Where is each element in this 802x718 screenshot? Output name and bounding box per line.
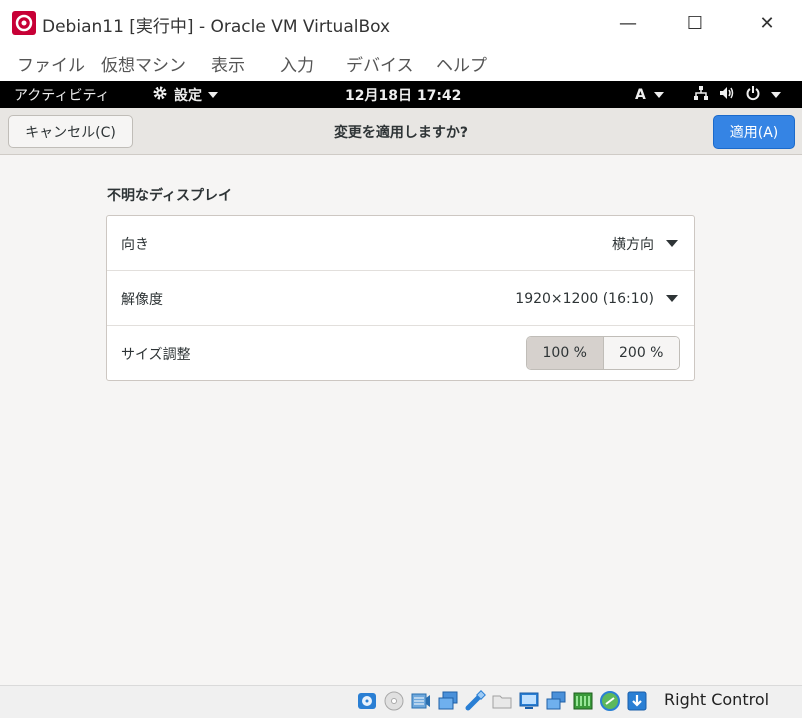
- confirm-header-bar: 変更を適用しますか? キャンセル(C) 適用(A): [0, 108, 802, 155]
- scale-200-button[interactable]: 200 %: [602, 337, 679, 369]
- power-icon: [745, 85, 761, 105]
- shared-folder-icon[interactable]: [490, 688, 514, 714]
- host-key-icon[interactable]: [625, 688, 649, 714]
- app-menu[interactable]: 設定: [152, 81, 218, 108]
- app-menu-label: 設定: [174, 87, 202, 104]
- mouse-integration-icon[interactable]: [598, 688, 622, 714]
- gnome-topbar: アクティビティ 設定 12月18日 17:42 A: [0, 81, 802, 108]
- volume-icon: [719, 85, 735, 105]
- scale-row: サイズ調整 100 % 200 %: [107, 326, 694, 381]
- clock[interactable]: 12月18日 17:42: [345, 81, 461, 108]
- maximize-button[interactable]: ☐: [672, 4, 718, 42]
- dropdown-arrow-icon: [666, 240, 678, 247]
- input-source-indicator[interactable]: A: [635, 81, 664, 108]
- video-capture-icon[interactable]: [544, 688, 568, 714]
- scale-label: サイズ調整: [121, 346, 191, 363]
- resolution-row[interactable]: 解像度 1920×1200 (16:10): [107, 271, 694, 326]
- close-icon: ✕: [759, 12, 775, 34]
- menu-devices[interactable]: デバイス: [346, 51, 414, 76]
- activities-button[interactable]: アクティビティ: [14, 81, 110, 108]
- debian-app-icon: [12, 11, 36, 35]
- menu-machine[interactable]: 仮想マシン: [101, 51, 186, 76]
- close-button[interactable]: ✕: [744, 4, 790, 42]
- resolution-value: 1920×1200 (16:10): [515, 290, 654, 307]
- apply-button[interactable]: 適用(A): [713, 115, 795, 149]
- recording-icon[interactable]: [571, 688, 595, 714]
- system-menu[interactable]: [693, 81, 781, 108]
- minimize-icon: —: [619, 12, 637, 34]
- orientation-dropdown[interactable]: 横方向: [612, 216, 678, 271]
- scale-toggle-group: 100 % 200 %: [526, 336, 680, 370]
- menu-view[interactable]: 表示: [211, 51, 245, 76]
- menu-input[interactable]: 入力: [280, 51, 314, 76]
- scale-100-button[interactable]: 100 %: [527, 337, 603, 369]
- device-status-icons: [355, 688, 649, 714]
- menu-file[interactable]: ファイル: [17, 51, 85, 76]
- host-key-label: Right Control: [664, 690, 770, 709]
- network-icon: [693, 85, 709, 105]
- dropdown-arrow-icon: [666, 295, 678, 302]
- audio-icon[interactable]: [409, 688, 433, 714]
- window-title: Debian11 [実行中] - Oracle VM VirtualBox: [42, 17, 391, 37]
- window-titlebar: Debian11 [実行中] - Oracle VM VirtualBox — …: [0, 0, 802, 46]
- gear-icon: [152, 85, 168, 105]
- orientation-label: 向き: [121, 236, 149, 253]
- menu-help[interactable]: ヘルプ: [436, 51, 487, 76]
- display-settings-list: 向き 横方向 解像度 1920×1200 (16:10) サイズ調整 100 %…: [106, 215, 695, 381]
- chevron-down-icon: [208, 91, 218, 98]
- vbox-menubar: ファイル 仮想マシン 表示 入力 デバイス ヘルプ: [0, 46, 802, 81]
- display-icon[interactable]: [517, 688, 541, 714]
- input-source-label: A: [635, 86, 646, 103]
- vbox-statusbar: Right Control: [0, 685, 802, 718]
- chevron-down-icon: [653, 91, 664, 98]
- optical-drive-icon[interactable]: [382, 688, 406, 714]
- chevron-down-icon: [771, 91, 781, 98]
- network-adapter-icon[interactable]: [436, 688, 460, 714]
- display-name-heading: 不明なディスプレイ: [107, 188, 233, 204]
- cancel-button[interactable]: キャンセル(C): [8, 115, 133, 148]
- hard-disk-icon[interactable]: [355, 688, 379, 714]
- usb-icon[interactable]: [463, 688, 487, 714]
- display-settings-panel: 不明なディスプレイ 向き 横方向 解像度 1920×1200 (16:10) サ…: [0, 155, 802, 685]
- resolution-label: 解像度: [121, 291, 163, 308]
- minimize-button[interactable]: —: [605, 4, 651, 42]
- maximize-icon: ☐: [686, 12, 704, 34]
- orientation-row[interactable]: 向き 横方向: [107, 216, 694, 271]
- resolution-dropdown[interactable]: 1920×1200 (16:10): [515, 271, 678, 326]
- orientation-value: 横方向: [612, 236, 654, 253]
